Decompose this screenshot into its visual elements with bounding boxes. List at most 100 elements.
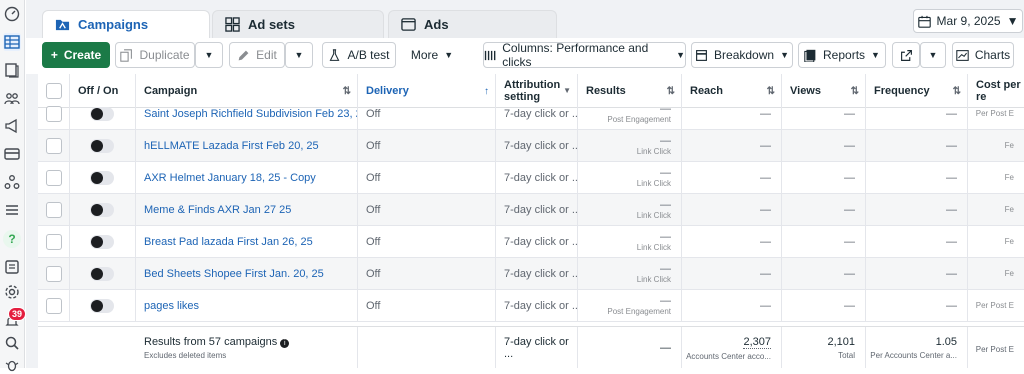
- more-button[interactable]: More ▼: [402, 42, 462, 68]
- row-select-cell: [38, 130, 70, 162]
- table-row[interactable]: hELLMATE Lazada First Feb 20, 25 Off 7-day…: [38, 130, 1024, 162]
- summary-reach: 2,307 Accounts Center acco...: [682, 327, 782, 368]
- row-checkbox[interactable]: [46, 266, 62, 282]
- cost-cell: Fe: [968, 194, 1024, 226]
- edit-button[interactable]: Edit: [229, 42, 285, 68]
- export-dropdown[interactable]: ▼: [920, 42, 946, 68]
- ab-test-button[interactable]: A/B test: [322, 42, 396, 68]
- pages-icon[interactable]: [3, 61, 21, 79]
- tab-ads[interactable]: Ads: [388, 10, 557, 38]
- campaign-name-link[interactable]: Saint Joseph Richfield Subdivision Feb 2…: [144, 108, 357, 120]
- frequency-value: —: [946, 235, 957, 248]
- campaign-name-link[interactable]: Bed Sheets Shopee First Jan. 20, 25: [144, 268, 324, 280]
- media-icon[interactable]: [3, 258, 21, 276]
- settings-icon[interactable]: [3, 283, 21, 301]
- campaign-on-off-toggle[interactable]: [90, 139, 114, 153]
- frequency-cell: —: [866, 98, 968, 130]
- campaign-name-link[interactable]: Breast Pad lazada First Jan 26, 25: [144, 236, 313, 248]
- create-button[interactable]: + Create: [42, 42, 110, 68]
- summary-frequency-value: 1.05: [935, 336, 957, 348]
- campaign-on-off-toggle[interactable]: [90, 235, 114, 249]
- charts-label: Charts: [974, 48, 1011, 62]
- info-icon[interactable]: i: [280, 339, 290, 348]
- charts-button[interactable]: Charts: [952, 42, 1014, 68]
- dashboard-icon[interactable]: [3, 5, 21, 23]
- toolbar: + Create Duplicate ▼ Edit ▼ A/B test More…: [26, 38, 1024, 74]
- chevron-down-icon: ▼: [780, 50, 789, 60]
- breakdown-button[interactable]: Breakdown ▼: [691, 42, 793, 68]
- duplicate-button[interactable]: Duplicate: [115, 42, 195, 68]
- columns-button[interactable]: Columns: Performance and clicks ▼: [483, 41, 686, 69]
- attribution-cell: 7-day click or ...: [496, 194, 578, 226]
- tab-campaigns[interactable]: Campaigns: [42, 10, 210, 38]
- campaign-on-off-toggle[interactable]: [90, 267, 114, 281]
- search-icon[interactable]: [3, 334, 21, 352]
- summary-title-cell: Results from 57 campaigns i Excludes dele…: [136, 327, 358, 368]
- results-sub: Post Engagement: [607, 114, 671, 124]
- date-range-button[interactable]: Mar 9, 2025 ▼: [913, 9, 1023, 33]
- chevron-down-icon: ▼: [676, 50, 685, 60]
- reports-button[interactable]: Reports ▼: [798, 42, 886, 68]
- duplicate-dropdown[interactable]: ▼: [195, 42, 223, 68]
- campaign-on-off-toggle[interactable]: [90, 171, 114, 185]
- sort-icon: ⇅: [850, 85, 859, 97]
- cost-sub: Fe: [1004, 269, 1014, 278]
- row-checkbox[interactable]: [46, 202, 62, 218]
- views-cell: —: [782, 290, 866, 322]
- help-icon[interactable]: ?: [3, 230, 21, 248]
- attribution-cell: 7-day click or ...: [496, 226, 578, 258]
- table-row[interactable]: pages likes Off 7-day click or ... — Post En…: [38, 290, 1024, 322]
- edit-dropdown[interactable]: ▼: [285, 42, 313, 68]
- campaign-name-cell: Breast Pad lazada First Jan 26, 25: [136, 226, 358, 258]
- summary-title: Results from 57 campaigns: [144, 336, 278, 348]
- cost-sub: Fe: [1004, 237, 1014, 246]
- tab-ad-sets[interactable]: Ad sets: [212, 10, 384, 38]
- main-area: Campaigns Ad sets Ads Mar 9, 2025 ▼ + Cre…: [26, 0, 1024, 368]
- campaign-name-link[interactable]: AXR Helmet January 18, 25 - Copy: [144, 172, 316, 184]
- table-row[interactable]: AXR Helmet January 18, 25 - Copy Off 7-day…: [38, 162, 1024, 194]
- frequency-value: —: [946, 203, 957, 216]
- results-sub: Link Click: [636, 210, 671, 220]
- row-checkbox[interactable]: [46, 298, 62, 314]
- menu-icon[interactable]: [3, 201, 21, 219]
- summary-row: Results from 57 campaigns i Excludes dele…: [38, 326, 1024, 368]
- table-row[interactable]: Bed Sheets Shopee First Jan. 20, 25 Off 7-…: [38, 258, 1024, 290]
- views-value: —: [844, 267, 855, 280]
- grid-icon[interactable]: [3, 33, 21, 51]
- campaign-name-link[interactable]: hELLMATE Lazada First Feb 20, 25: [144, 140, 319, 152]
- delivery-cell: Off: [358, 290, 496, 322]
- delivery-value: Off: [366, 268, 381, 280]
- reach-value: —: [760, 235, 771, 248]
- row-checkbox[interactable]: [46, 234, 62, 250]
- campaign-name-link[interactable]: Meme & Finds AXR Jan 27 25: [144, 204, 291, 216]
- results-sub: Link Click: [636, 146, 671, 156]
- results-cell: — Link Click: [578, 194, 682, 226]
- table-row[interactable]: Saint Joseph Richfield Subdivision Feb 2…: [38, 98, 1024, 130]
- table-row[interactable]: Breast Pad lazada First Jan 26, 25 Off 7-d…: [38, 226, 1024, 258]
- megaphone-icon[interactable]: [3, 117, 21, 135]
- breakdown-icon: [696, 49, 707, 61]
- summary-reach-sub: Accounts Center acco...: [686, 351, 771, 361]
- audience-icon[interactable]: [3, 89, 21, 107]
- table-row[interactable]: Meme & Finds AXR Jan 27 25 Off 7-day click…: [38, 194, 1024, 226]
- reach-value: —: [760, 203, 771, 216]
- export-button[interactable]: [892, 42, 920, 68]
- campaign-name-link[interactable]: pages likes: [144, 300, 199, 312]
- events-icon[interactable]: [3, 173, 21, 191]
- summary-subtitle: Excludes deleted items: [144, 351, 227, 360]
- select-all-checkbox[interactable]: [46, 83, 62, 99]
- reach-cell: —: [682, 98, 782, 130]
- row-checkbox[interactable]: [46, 106, 62, 122]
- summary-spacer: [38, 327, 136, 368]
- bug-icon[interactable]: [3, 356, 21, 374]
- campaign-on-off-toggle[interactable]: [90, 203, 114, 217]
- delivery-value: Off: [366, 172, 381, 184]
- delivery-cell: Off: [358, 194, 496, 226]
- row-checkbox[interactable]: [46, 138, 62, 154]
- billing-icon[interactable]: [3, 145, 21, 163]
- campaign-on-off-toggle[interactable]: [90, 107, 114, 121]
- row-checkbox[interactable]: [46, 170, 62, 186]
- campaign-on-off-toggle[interactable]: [90, 299, 114, 313]
- summary-attribution-value: 7-day click or ...: [504, 336, 569, 360]
- calendar-icon: [917, 15, 931, 28]
